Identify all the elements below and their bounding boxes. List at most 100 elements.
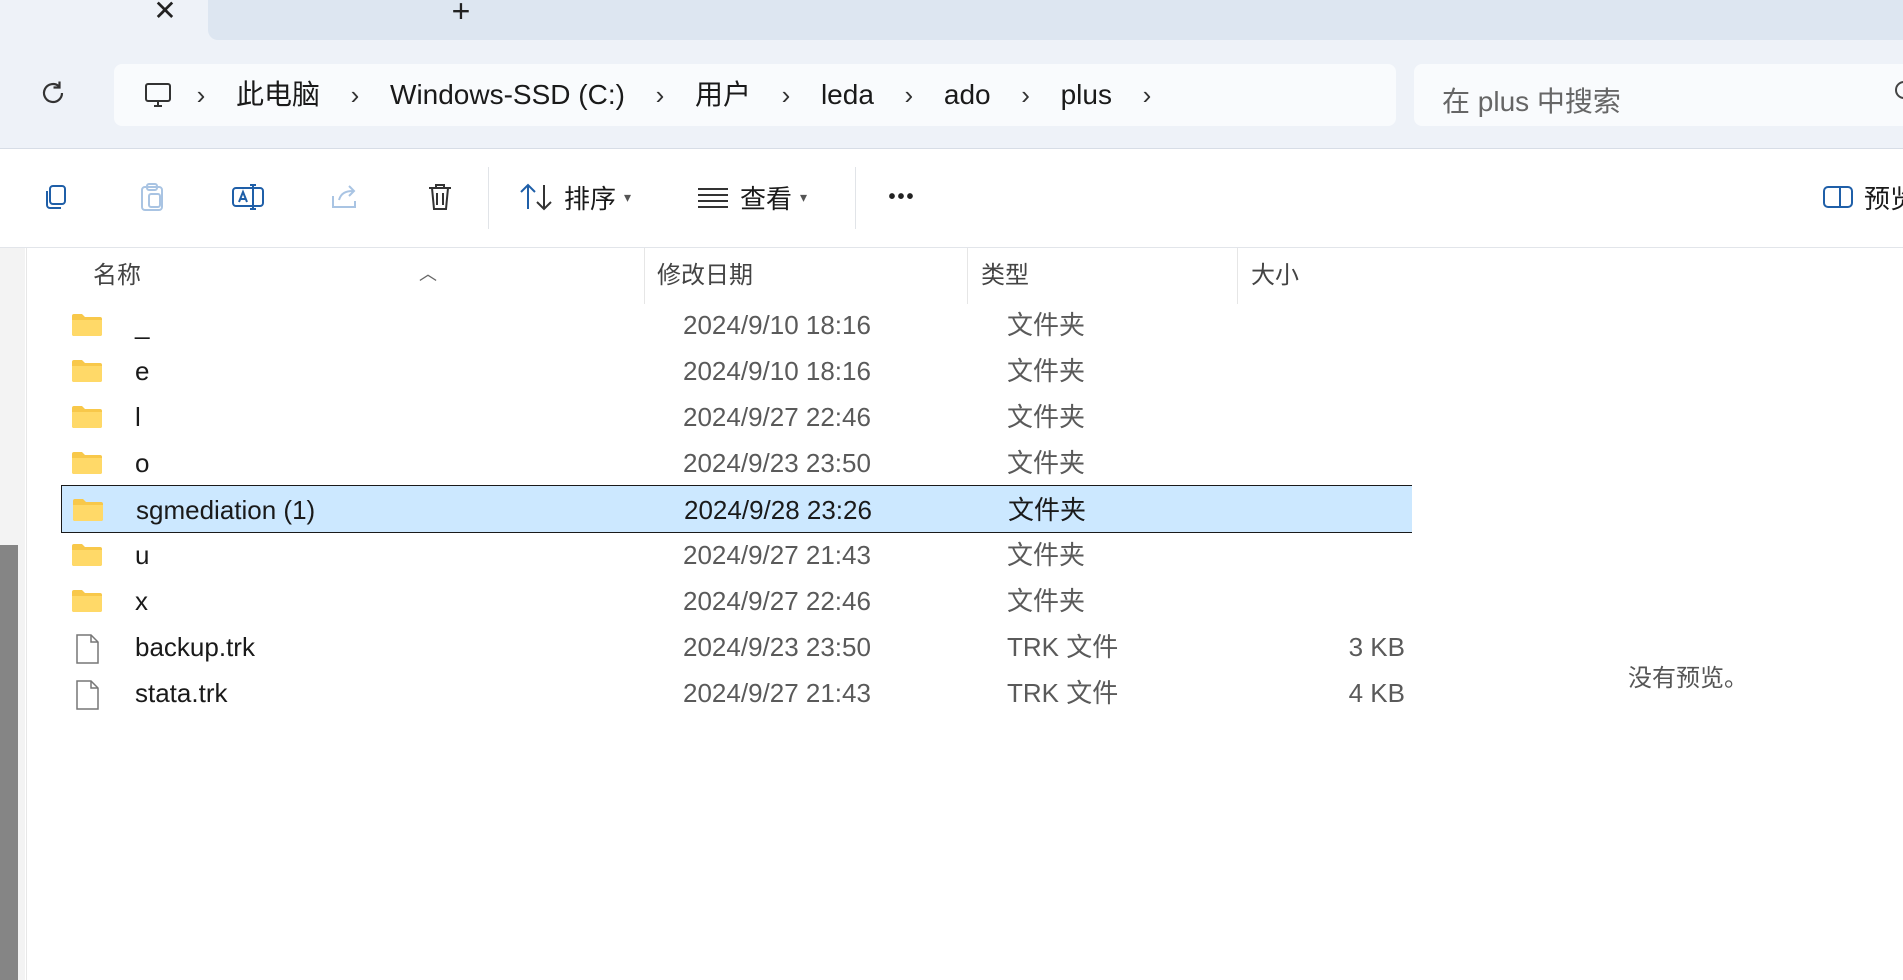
more-options-button[interactable]: ••• xyxy=(876,171,928,223)
file-date: 2024/9/27 21:43 xyxy=(683,678,871,708)
file-date: 2024/9/27 22:46 xyxy=(683,402,871,432)
delete-button[interactable] xyxy=(414,171,466,223)
sort-icon xyxy=(520,183,552,211)
folder-icon xyxy=(72,452,102,474)
folder-row[interactable]: u 2024/9/27 21:43 文件夹 xyxy=(61,531,1435,579)
file-type: 文件夹 xyxy=(1007,402,1086,432)
file-name: e xyxy=(135,356,150,386)
toolbar-divider xyxy=(488,167,489,229)
file-icon xyxy=(71,633,103,664)
column-header-size[interactable]: 大小 xyxy=(1251,248,1401,304)
address-bar[interactable]: › 此电脑 › Windows-SSD (C:) › 用户 › leda › a… xyxy=(114,64,1396,126)
file-list: 名称 ︿ 修改日期 类型 大小 _ 2024/9/10 18:16 文件夹 e 2024… xyxy=(26,248,1435,980)
chevron-down-icon: ▾ xyxy=(624,188,632,205)
file-name: u xyxy=(135,540,150,570)
folder-icon xyxy=(71,449,103,477)
this-pc-icon[interactable] xyxy=(140,77,176,113)
copy-button[interactable] xyxy=(30,171,82,223)
folder-icon xyxy=(72,590,102,612)
folder-icon xyxy=(72,544,102,566)
column-header-type[interactable]: 类型 xyxy=(981,248,1241,304)
folder-row[interactable]: sgmediation (1) 2024/9/28 23:26 文件夹 xyxy=(61,485,1435,533)
file-name: backup.trk xyxy=(135,632,255,662)
breadcrumb-chevron-icon[interactable]: › xyxy=(1001,80,1051,110)
file-row[interactable]: backup.trk 2024/9/23 23:50 TRK 文件 3 KB xyxy=(61,623,1435,671)
refresh-icon[interactable] xyxy=(36,78,70,112)
view-icon xyxy=(698,188,728,208)
breadcrumb: › 此电脑 › Windows-SSD (C:) › 用户 › leda › a… xyxy=(176,80,1172,111)
monitor-icon xyxy=(145,83,171,107)
navigation-scrollbar[interactable] xyxy=(0,545,18,980)
file-date: 2024/9/23 23:50 xyxy=(683,448,871,478)
folder-icon xyxy=(73,499,103,521)
breadcrumb-item-ado[interactable]: ado xyxy=(934,80,1001,110)
file-row[interactable]: stata.trk 2024/9/27 21:43 TRK 文件 4 KB xyxy=(61,669,1435,717)
file-type: 文件夹 xyxy=(1008,495,1087,525)
folder-icon xyxy=(71,311,103,339)
sort-button[interactable]: 排序 ▾ xyxy=(518,171,650,223)
file-date: 2024/9/27 22:46 xyxy=(683,586,871,616)
file-size: 4 KB xyxy=(1348,678,1405,708)
breadcrumb-chevron-icon[interactable]: › xyxy=(884,80,934,110)
breadcrumb-chevron-icon[interactable]: › xyxy=(635,80,685,110)
search-input[interactable]: 在 plus 中搜索 xyxy=(1414,64,1903,126)
folder-icon xyxy=(71,357,103,385)
folder-row[interactable]: l 2024/9/27 22:46 文件夹 xyxy=(61,393,1435,441)
breadcrumb-item-this-pc[interactable]: 此电脑 xyxy=(226,80,330,110)
column-name-label: 名称 xyxy=(93,262,141,289)
file-type: 文件夹 xyxy=(1007,540,1086,570)
file-date: 2024/9/10 18:16 xyxy=(683,356,871,386)
file-type: 文件夹 xyxy=(1007,448,1086,478)
file-icon xyxy=(71,679,103,710)
file-name: o xyxy=(135,448,150,478)
close-tab-icon[interactable]: ✕ xyxy=(150,0,180,26)
breadcrumb-chevron-icon[interactable]: › xyxy=(761,80,811,110)
preview-pane-label: 预览 xyxy=(1864,183,1903,214)
search-icon[interactable] xyxy=(1892,78,1903,114)
file-name: sgmediation (1) xyxy=(136,495,316,525)
address-row: › 此电脑 › Windows-SSD (C:) › 用户 › leda › a… xyxy=(0,40,1903,149)
file-date: 2024/9/10 18:16 xyxy=(683,310,871,340)
trash-icon xyxy=(429,184,451,210)
toolbar-divider xyxy=(855,167,856,229)
paste-button[interactable] xyxy=(126,171,178,223)
breadcrumb-chevron-icon[interactable]: › xyxy=(176,80,226,110)
folder-icon xyxy=(72,496,104,524)
folder-icon xyxy=(71,403,103,431)
column-divider[interactable] xyxy=(644,248,645,304)
search-placeholder: 在 plus 中搜索 xyxy=(1442,86,1621,117)
view-button[interactable]: 查看 ▾ xyxy=(696,171,826,223)
copy-icon xyxy=(46,185,66,209)
folder-row[interactable]: _ 2024/9/10 18:16 文件夹 xyxy=(61,301,1435,349)
breadcrumb-item-users[interactable]: 用户 xyxy=(685,80,761,110)
folder-icon xyxy=(72,406,102,428)
details-pane-button[interactable]: 预览 xyxy=(1822,171,1903,223)
file-name: x xyxy=(135,586,148,616)
breadcrumb-item-plus[interactable]: plus xyxy=(1051,80,1122,110)
breadcrumb-chevron-icon[interactable]: › xyxy=(330,80,380,110)
column-header-name[interactable]: 名称 ︿ xyxy=(93,248,653,304)
folder-row[interactable]: e 2024/9/10 18:16 文件夹 xyxy=(61,347,1435,395)
column-divider[interactable] xyxy=(1237,248,1238,304)
sort-label: 排序 xyxy=(564,183,617,214)
file-name: _ xyxy=(135,310,150,340)
search-icon-glyph xyxy=(1895,81,1903,99)
file-name: l xyxy=(135,402,141,432)
folder-row[interactable]: x 2024/9/27 22:46 文件夹 xyxy=(61,577,1435,625)
file-size: 3 KB xyxy=(1348,632,1405,662)
chevron-down-icon: ▾ xyxy=(800,188,808,205)
breadcrumb-chevron-icon[interactable]: › xyxy=(1122,80,1172,110)
file-date: 2024/9/28 23:26 xyxy=(684,495,872,525)
folder-icon xyxy=(71,587,103,615)
preview-pane-icon xyxy=(1823,186,1853,208)
new-tab-button[interactable]: + xyxy=(446,0,476,27)
column-header-date[interactable]: 修改日期 xyxy=(657,248,967,304)
column-divider[interactable] xyxy=(967,248,968,304)
breadcrumb-item-drive[interactable]: Windows-SSD (C:) xyxy=(380,80,635,110)
share-button[interactable] xyxy=(318,171,370,223)
share-icon xyxy=(332,185,356,208)
folder-icon xyxy=(71,541,103,569)
breadcrumb-item-leda[interactable]: leda xyxy=(811,80,884,110)
rename-button[interactable] xyxy=(222,171,274,223)
folder-row[interactable]: o 2024/9/23 23:50 文件夹 xyxy=(61,439,1435,487)
